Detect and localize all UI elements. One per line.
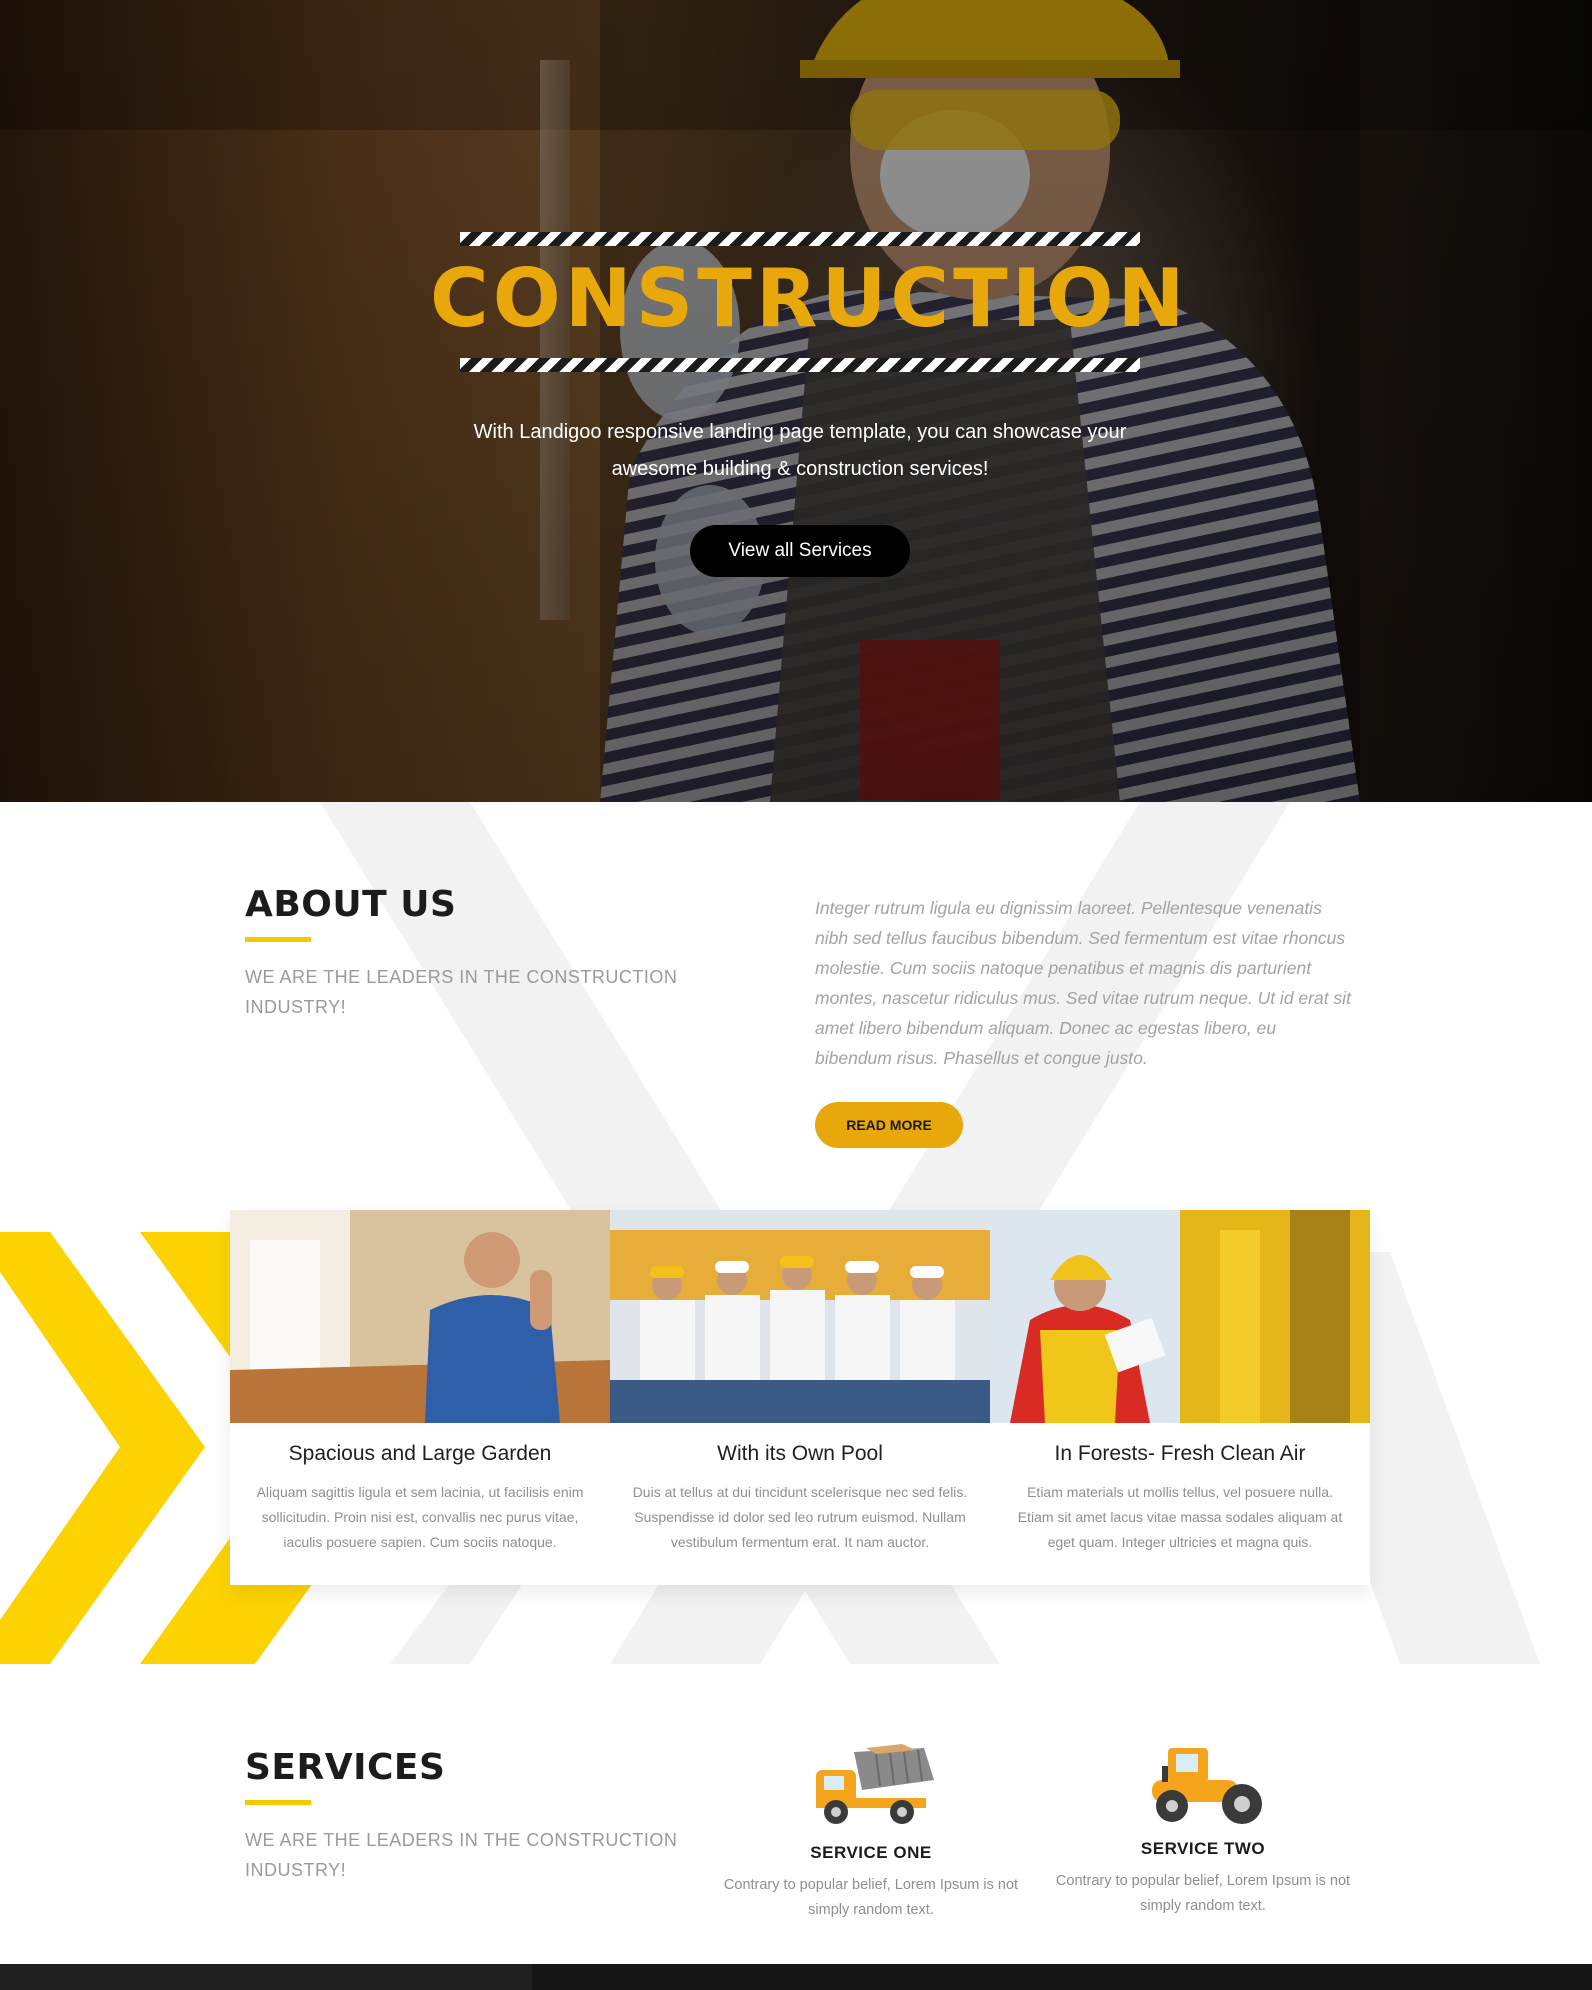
- card-image-garden: [230, 1210, 610, 1423]
- read-more-button[interactable]: READ MORE: [815, 1102, 963, 1148]
- card-text: Duis at tellus at dui tincidunt sceleris…: [632, 1484, 968, 1550]
- feature-card[interactable]: With its Own Pool Duis at tellus at dui …: [610, 1210, 990, 1585]
- hero-overlay: [0, 0, 1592, 802]
- card-image-workers-team: [610, 1210, 990, 1423]
- footer-band: [0, 1964, 1592, 1990]
- road-roller-icon: [1152, 1748, 1262, 1824]
- service-text: Contrary to popular belief, Lorem Ipsum …: [1055, 1873, 1351, 1914]
- services-tagline: WE ARE THE LEADERS IN THE CONSTRUCTION I…: [245, 1825, 715, 1885]
- card-text: Aliquam sagittis ligula et sem lacinia, …: [256, 1484, 584, 1550]
- service-text: Contrary to popular belief, Lorem Ipsum …: [723, 1877, 1019, 1918]
- hero-subtitle: With Landigoo responsive landing page te…: [430, 414, 1170, 488]
- footer-band-inner: [532, 1964, 1592, 1990]
- card-text: Etiam materials ut mollis tellus, vel po…: [1017, 1484, 1343, 1550]
- service-item[interactable]: SERVICE ONE Contrary to popular belief, …: [721, 1740, 1021, 1923]
- card-title: With its Own Pool: [717, 1442, 883, 1465]
- hero-title: CONSTRUCTION: [430, 252, 1189, 345]
- hero-subtitle-line-2: awesome building & construction services…: [611, 458, 989, 480]
- card-title: Spacious and Large Garden: [288, 1442, 552, 1465]
- feature-card[interactable]: Spacious and Large Garden Aliquam sagitt…: [230, 1210, 610, 1585]
- about-paragraph: Integer rutrum ligula eu dignissim laore…: [815, 898, 1351, 1068]
- about-tagline-line-2: INDUSTRY!: [245, 997, 347, 1017]
- feature-cards: Spacious and Large Garden Aliquam sagitt…: [230, 1210, 1370, 1585]
- hero-subtitle-line-1: With Landigoo responsive landing page te…: [473, 421, 1127, 443]
- services-tagline-line-2: INDUSTRY!: [245, 1860, 347, 1880]
- about-tagline: WE ARE THE LEADERS IN THE CONSTRUCTION I…: [245, 962, 715, 1022]
- services-tagline-line-1: WE ARE THE LEADERS IN THE CONSTRUCTION: [245, 1830, 678, 1850]
- hazard-stripe-bottom: [460, 358, 1140, 372]
- view-all-services-button[interactable]: View all Services: [690, 525, 910, 577]
- about-tagline-line-1: WE ARE THE LEADERS IN THE CONSTRUCTION: [245, 967, 678, 987]
- card-image-engineer: [990, 1210, 1370, 1423]
- about-title: ABOUT US: [245, 884, 457, 925]
- service-title: SERVICE TWO: [1140, 1839, 1266, 1858]
- service-item[interactable]: SERVICE TWO Contrary to popular belief, …: [1053, 1740, 1353, 1919]
- feature-card[interactable]: In Forests- Fresh Clean Air Etiam materi…: [990, 1210, 1370, 1585]
- service-title: SERVICE ONE: [810, 1843, 932, 1862]
- card-title: In Forests- Fresh Clean Air: [1054, 1442, 1306, 1465]
- services-title-underline: [245, 1800, 311, 1805]
- dump-truck-icon: [816, 1744, 934, 1824]
- hero-section: CONSTRUCTION With Landigoo responsive la…: [0, 0, 1592, 802]
- services-title: SERVICES: [245, 1747, 446, 1788]
- about-title-underline: [245, 937, 311, 942]
